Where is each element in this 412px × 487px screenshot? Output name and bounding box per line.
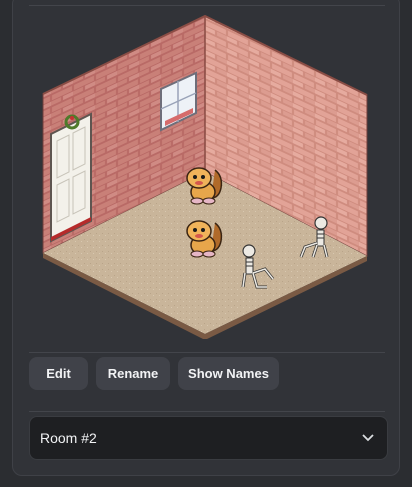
lower-divider — [29, 411, 385, 412]
edit-button[interactable]: Edit — [29, 357, 88, 390]
room-select-value: Room #2 — [40, 430, 97, 446]
chevron-down-icon — [361, 431, 375, 445]
door-icon — [50, 112, 92, 243]
room-preview — [42, 14, 368, 339]
room-panel: Edit Rename Show Names Room #2 — [12, 0, 400, 476]
room-select[interactable]: Room #2 — [29, 416, 388, 460]
rename-button[interactable]: Rename — [96, 357, 170, 390]
show-names-button[interactable]: Show Names — [178, 357, 279, 390]
middle-divider — [29, 352, 385, 353]
top-divider — [29, 5, 385, 6]
